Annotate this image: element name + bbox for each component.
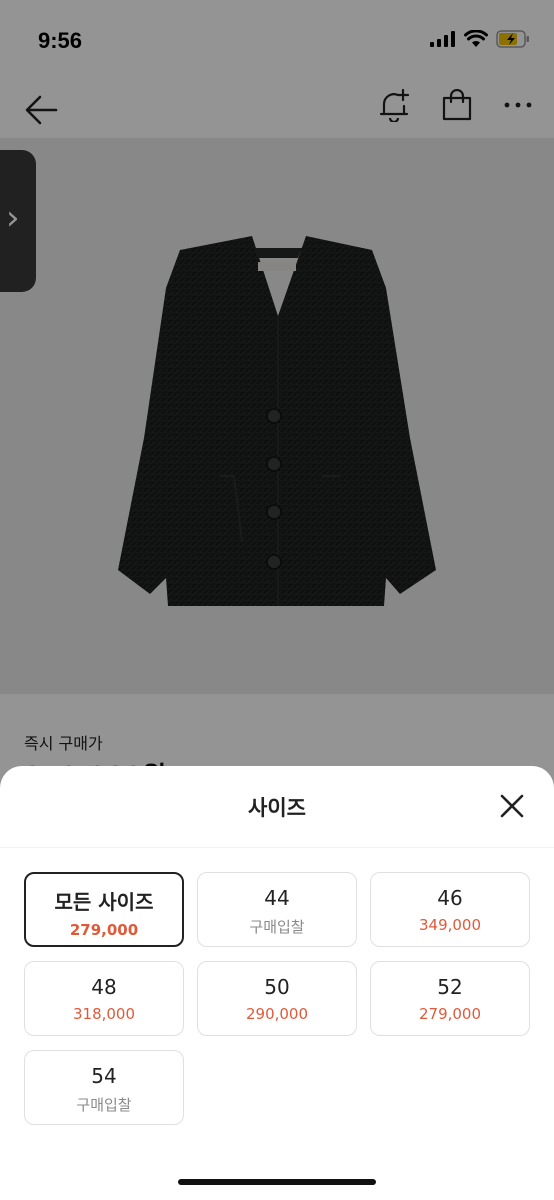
size-price: 구매입찰 bbox=[76, 1096, 132, 1114]
size-option-50[interactable]: 50 290,000 bbox=[197, 961, 357, 1036]
size-option-54[interactable]: 54 구매입찰 bbox=[24, 1050, 184, 1125]
size-price: 279,000 bbox=[69, 921, 139, 939]
size-option-48[interactable]: 48 318,000 bbox=[24, 961, 184, 1036]
size-label: 48 bbox=[91, 975, 117, 999]
sheet-title: 사이즈 bbox=[248, 796, 306, 820]
size-option-46[interactable]: 46 349,000 bbox=[370, 872, 530, 947]
size-price: 구매입찰 bbox=[249, 918, 305, 936]
app-screen: 9:56 › 즉시 구매가 사이즈 모든 사이즈 279,000 44 구매입찰… bbox=[0, 0, 554, 1200]
home-indicator[interactable] bbox=[178, 1179, 376, 1185]
size-price: 318,000 bbox=[72, 1005, 136, 1023]
size-label: 44 bbox=[264, 886, 290, 910]
size-label: 54 bbox=[91, 1064, 117, 1088]
size-price: 349,000 bbox=[418, 916, 482, 934]
size-option-all[interactable]: 모든 사이즈 279,000 bbox=[24, 872, 184, 947]
sheet-header: 사이즈 bbox=[0, 766, 554, 848]
size-label: 모든 사이즈 bbox=[54, 890, 154, 914]
size-bottom-sheet: 사이즈 모든 사이즈 279,000 44 구매입찰 46 349,000 48… bbox=[0, 766, 554, 1200]
size-label: 46 bbox=[437, 886, 463, 910]
size-option-44[interactable]: 44 구매입찰 bbox=[197, 872, 357, 947]
size-label: 50 bbox=[264, 975, 290, 999]
close-icon[interactable] bbox=[498, 792, 526, 820]
size-price: 290,000 bbox=[245, 1005, 309, 1023]
size-option-52[interactable]: 52 279,000 bbox=[370, 961, 530, 1036]
size-label: 52 bbox=[437, 975, 463, 999]
size-price: 279,000 bbox=[418, 1005, 482, 1023]
